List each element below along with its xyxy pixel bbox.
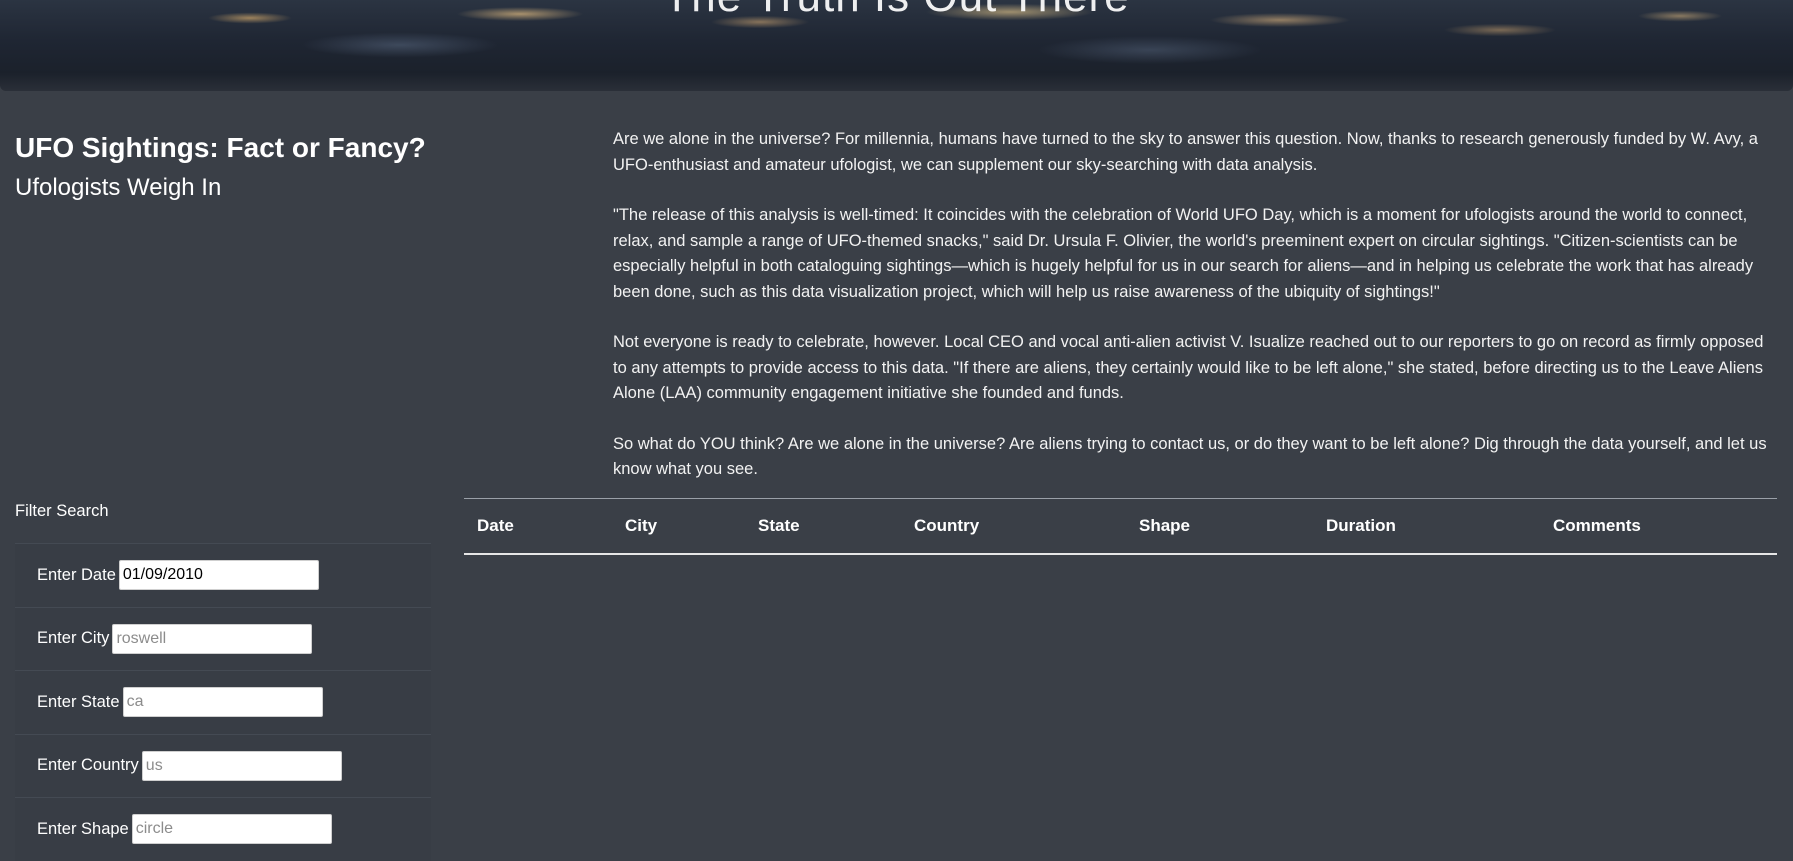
city-label: Enter City bbox=[37, 629, 110, 648]
ufo-table: Date City State Country Shape Duration C… bbox=[464, 498, 1777, 555]
column-header-date: Date bbox=[464, 498, 612, 555]
country-label: Enter Country bbox=[37, 756, 139, 775]
column-header-city: City bbox=[612, 498, 745, 555]
ufo-table-container: Date City State Country Shape Duration C… bbox=[464, 498, 1777, 555]
filter-item-date: Enter Date bbox=[15, 543, 431, 607]
hero-banner: The Truth Is Out There bbox=[0, 0, 1793, 91]
date-input[interactable] bbox=[118, 560, 319, 591]
filter-item-state: Enter State bbox=[15, 670, 431, 734]
page-title-sub: Ufologists Weigh In bbox=[15, 174, 222, 201]
filter-search-title: Filter Search bbox=[15, 502, 109, 520]
table-header-row: Date City State Country Shape Duration C… bbox=[464, 498, 1777, 555]
state-label: Enter State bbox=[37, 692, 120, 711]
article-paragraph: So what do YOU think? Are we alone in th… bbox=[613, 434, 1767, 479]
article-body: Are we alone in the universe? For millen… bbox=[613, 127, 1778, 508]
page-title-main: UFO Sightings: Fact or Fancy? bbox=[15, 132, 426, 163]
city-input[interactable] bbox=[112, 623, 313, 654]
page-title: UFO Sightings: Fact or Fancy? Ufologists… bbox=[15, 128, 535, 206]
column-header-comments: Comments bbox=[1540, 498, 1777, 555]
column-header-duration: Duration bbox=[1313, 498, 1540, 555]
hero-title: The Truth Is Out There bbox=[0, 0, 1793, 22]
filter-item-country: Enter Country bbox=[15, 733, 431, 797]
country-input[interactable] bbox=[141, 750, 342, 781]
filter-item-city: Enter City bbox=[15, 606, 431, 670]
shape-label: Enter Shape bbox=[37, 819, 129, 838]
column-header-shape: Shape bbox=[1126, 498, 1313, 555]
state-input[interactable] bbox=[122, 687, 323, 718]
filter-item-shape: Enter Shape bbox=[15, 797, 431, 861]
filter-list: Enter Date Enter City Enter State Enter … bbox=[15, 543, 431, 861]
column-header-state: State bbox=[745, 498, 901, 555]
column-header-country: Country bbox=[901, 498, 1126, 555]
article-paragraph: Are we alone in the universe? For millen… bbox=[613, 130, 1758, 174]
article-paragraph: Not everyone is ready to celebrate, howe… bbox=[613, 333, 1764, 402]
date-label: Enter Date bbox=[37, 565, 116, 584]
article-paragraph: "The release of this analysis is well-ti… bbox=[613, 206, 1754, 301]
shape-input[interactable] bbox=[131, 814, 332, 845]
